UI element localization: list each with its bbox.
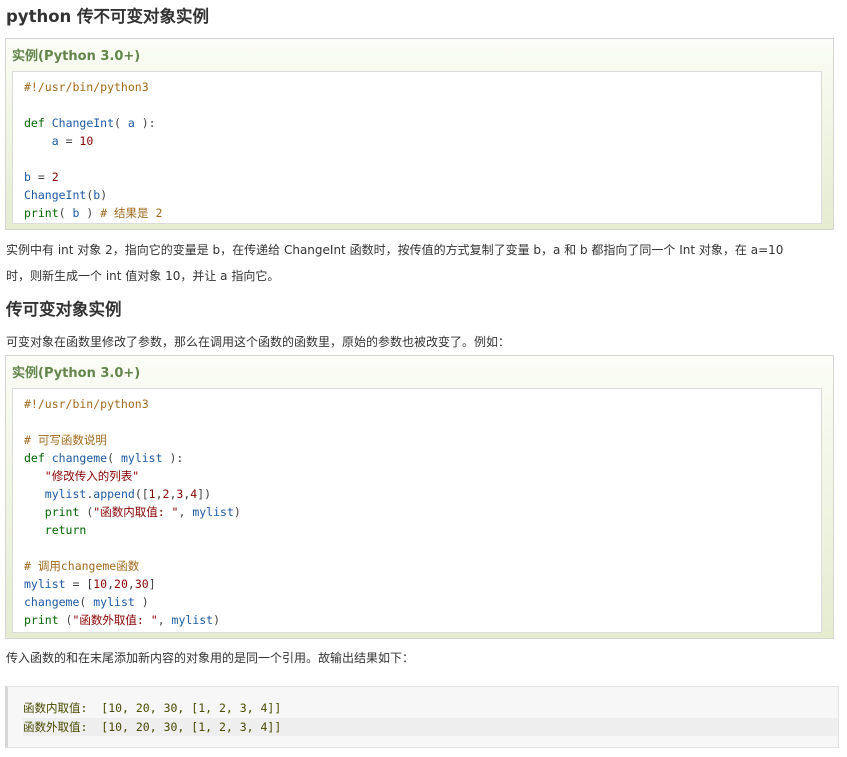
code-line: print ("函数外取值: ", mylist) <box>24 613 221 627</box>
example-box-immutable: 实例(Python 3.0+) #!/usr/bin/python3 def C… <box>5 38 834 230</box>
example-title: 实例(Python 3.0+) <box>12 49 141 64</box>
code-line: def changeme( mylist ): <box>24 451 184 465</box>
code-line: mylist.append([1,2,3,4]) <box>44 487 212 501</box>
example-box-mutable: 实例(Python 3.0+) #!/usr/bin/python3 # 可写函… <box>5 355 834 639</box>
code-line: return <box>44 523 87 537</box>
code-line: mylist = [10,20,30] <box>24 577 156 591</box>
output-block[interactable]: 函数内取值: [10, 20, 30, [1, 2, 3, 4]] 函数外取值:… <box>5 686 839 748</box>
code-line: print ("函数内取值: ", mylist) <box>44 505 241 519</box>
code-line: #!/usr/bin/python3 <box>24 80 149 94</box>
code-line: def ChangeInt( a ): <box>24 116 156 130</box>
code-line: b = 2 <box>24 170 59 184</box>
paragraph-explanation-2: 时，则新生成一个 int 值对象 10，并让 a 指向它。 <box>6 269 280 283</box>
code-line: #!/usr/bin/python3 <box>24 397 149 411</box>
paragraph-mutable-intro: 可变对象在函数里修改了参数，那么在调用这个函数的函数里，原始的参数也被改变了。例… <box>6 335 511 349</box>
code-line: "修改传入的列表" <box>44 469 140 483</box>
example-title: 实例(Python 3.0+) <box>12 366 141 381</box>
heading-mutable: 传可变对象实例 <box>6 300 122 319</box>
code-line: # 调用changeme函数 <box>24 559 140 573</box>
code-block-immutable[interactable]: #!/usr/bin/python3 def ChangeInt( a ): a… <box>12 71 822 224</box>
paragraph-explanation-1: 实例中有 int 对象 2，指向它的变量是 b，在传递给 ChangeInt 函… <box>6 243 784 257</box>
code-line: a = 10 <box>51 134 94 148</box>
code-line: changeme( mylist ) <box>24 595 149 609</box>
output-line: 函数外取值: [10, 20, 30, [1, 2, 3, 4]] <box>23 718 838 736</box>
code-line: print( b ) # 结果是 2 <box>24 206 163 220</box>
paragraph-output-intro: 传入函数的和在末尾添加新内容的对象用的是同一个引用。故输出结果如下： <box>6 651 415 665</box>
code-block-mutable[interactable]: #!/usr/bin/python3 # 可写函数说明 def changeme… <box>12 388 822 633</box>
code-line: ChangeInt(b) <box>24 188 108 202</box>
heading-immutable: python 传不可变对象实例 <box>6 7 210 26</box>
output-line: 函数内取值: [10, 20, 30, [1, 2, 3, 4]] <box>23 701 282 715</box>
code-line: # 可写函数说明 <box>24 433 107 447</box>
